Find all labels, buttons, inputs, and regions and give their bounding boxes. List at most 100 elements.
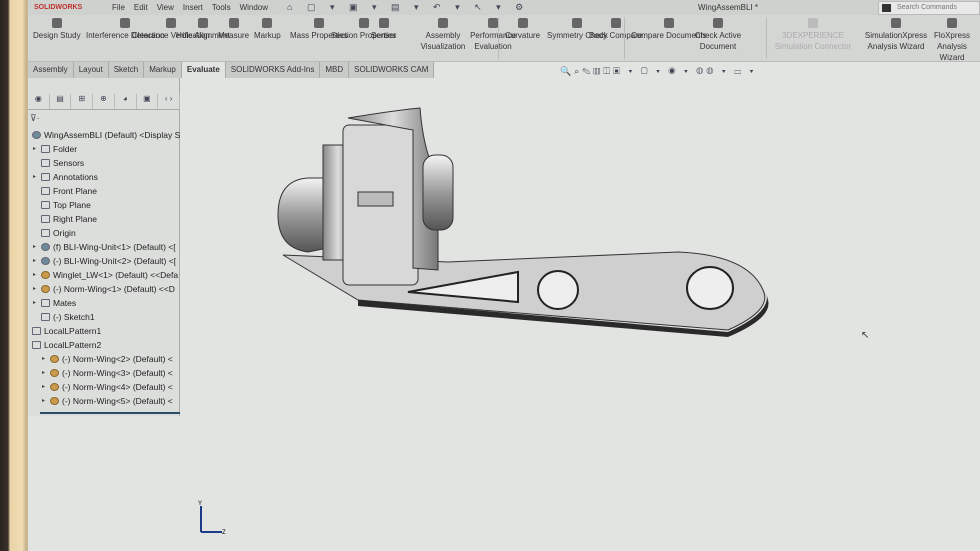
tab-solidworks-cam[interactable]: SOLIDWORKS CAM (349, 62, 435, 78)
tab-solidworks-add-ins[interactable]: SOLIDWORKS Add-Ins (225, 62, 321, 78)
tree-item[interactable]: ▸LocalLPattern1 (28, 324, 180, 338)
3dexperience-simulation-connector-button[interactable]: 3DEXPERIENCE Simulation Connector (773, 18, 853, 52)
simulationxpress-analysis-wizard-icon (891, 18, 901, 28)
feature-icon (41, 313, 50, 321)
tree-item-label: Right Plane (53, 214, 97, 224)
sensor-button[interactable]: Sensor (371, 18, 396, 41)
symmetry-check-icon (572, 18, 583, 28)
tree-item[interactable]: (-) Sketch1 (28, 310, 180, 324)
check-active-document-button[interactable]: Check Active Document (678, 18, 758, 52)
menu-file[interactable]: File (112, 3, 125, 12)
button-label: Sensor (371, 31, 397, 40)
tree-item-label: LocalLPattern2 (44, 340, 102, 350)
feature-icon (41, 145, 50, 153)
model-viewport[interactable] (208, 80, 980, 551)
expand-arrow-icon[interactable]: ▸ (33, 170, 36, 184)
expand-arrow-icon[interactable]: ▸ (42, 366, 45, 380)
tree-item[interactable]: ▾LocalLPattern2 (28, 338, 180, 352)
menu-view[interactable]: View (157, 3, 174, 12)
tree-item-label: Winglet_LW<1> (Default) <<Defa (53, 270, 179, 280)
menu-window[interactable]: Window (240, 3, 268, 12)
tree-item[interactable]: ▸ Winglet_LW<1> (Default) <<Defa (28, 268, 180, 282)
tree-item[interactable]: Sensors (28, 156, 180, 170)
part-icon (50, 355, 59, 363)
tree-item[interactable]: Right Plane (28, 212, 180, 226)
quick-access-toolbar[interactable]: ⌂ ▢ ▾ ▣ ▾ ▤ ▾ ↶ ▾ ↖ ▾ ⚙ (287, 2, 529, 13)
panel-tabs: ◉ ▤ ⊞ ⊕ ◕ ▣ ‹ › (28, 94, 181, 110)
tree-item-label: (f) BLI-Wing-Unit<1> (Default) <[ (53, 242, 176, 252)
tree-item[interactable]: ▸ (-) Norm-Wing<5> (Default) < (28, 394, 180, 408)
tree-item[interactable]: ▸ (-) Norm-Wing<4> (Default) < (28, 380, 180, 394)
appearance-tab-icon[interactable]: ◕ (115, 94, 137, 109)
tab-markup[interactable]: Markup (144, 62, 182, 78)
config-tab-icon[interactable]: ⊞ (71, 94, 94, 109)
property-tab-icon[interactable]: ▤ (50, 94, 72, 109)
tree-item-label: (-) Sketch1 (53, 312, 95, 322)
title-bar: SOLIDWORKS File Edit View Insert Tools Window… (28, 0, 980, 15)
tree-item[interactable]: ▸ (-) Norm-Wing<3> (Default) < (28, 366, 180, 380)
expand-arrow-icon[interactable]: ▸ (33, 254, 36, 268)
tab-mbd[interactable]: MBD (320, 62, 350, 78)
triad-y-label: Y (198, 501, 202, 507)
performance-evaluation-icon (488, 18, 498, 28)
tree-item[interactable]: WingAssemBLI (Default) <Display Sta (28, 128, 180, 142)
wing-assembly-model[interactable] (277, 107, 769, 337)
feature-tree-tab-icon[interactable]: ◉ (28, 94, 50, 109)
expand-arrow-icon[interactable]: ▸ (42, 394, 45, 408)
tree-item[interactable]: ▸ (-) Norm-Wing<2> (Default) < (28, 352, 180, 366)
expand-arrow-icon[interactable]: ▸ (33, 296, 36, 310)
menu-edit[interactable]: Edit (134, 3, 148, 12)
menu-tools[interactable]: Tools (212, 3, 231, 12)
expand-arrow-icon[interactable]: ▸ (42, 380, 45, 394)
heads-up-view-toolbar[interactable]: 🔍⌕✎▥◫▣ ▾ ▢ ▾ ◉ ▾ ◍◍ ▾ ▭ ▾ (560, 66, 756, 77)
tab-sketch[interactable]: Sketch (108, 62, 145, 78)
ribbon-separator (766, 17, 767, 59)
tree-item[interactable]: ▸ (f) BLI-Wing-Unit<1> (Default) <[ (28, 240, 180, 254)
tree-item[interactable]: ▸ Folder (28, 142, 180, 156)
part-icon (41, 285, 50, 293)
tab-scroll-icon[interactable]: ‹ › (158, 94, 181, 109)
expand-arrow-icon[interactable]: ▸ (33, 240, 36, 254)
measure-button[interactable]: Measure (218, 18, 249, 41)
3dexperience-simulation-connector-icon (808, 18, 818, 28)
tree-item[interactable]: ▸ Annotations (28, 170, 180, 184)
tree-item-label: Mates (53, 298, 77, 308)
sensor-icon (378, 18, 389, 28)
feature-icon (32, 327, 41, 335)
section-properties-icon (358, 18, 369, 28)
floxpress-analysis-wizard-button[interactable]: FloXpress Analysis Wizard (924, 18, 980, 63)
tree-item[interactable]: ▸ (-) BLI-Wing-Unit<2> (Default) <[ (28, 254, 180, 268)
tree-item[interactable]: Top Plane (28, 198, 180, 212)
button-label: 3DEXPERIENCE Simulation Connector (774, 31, 852, 51)
feature-icon (32, 341, 41, 349)
design-study-icon (51, 18, 62, 28)
tree-item[interactable]: Front Plane (28, 184, 180, 198)
expand-arrow-icon[interactable]: ▸ (33, 282, 36, 296)
command-manager-ribbon: Design Study Interference Detection Cleara… (28, 15, 980, 62)
rollback-bar[interactable] (40, 412, 180, 414)
tree-item[interactable]: Origin (28, 226, 180, 240)
tab-layout[interactable]: Layout (73, 62, 109, 78)
tree-item[interactable]: ▸ Mates (28, 296, 180, 310)
interference-detection-icon (120, 18, 131, 28)
tree-item-label: Front Plane (53, 186, 97, 196)
button-label: Measure (218, 31, 250, 40)
curvature-button[interactable]: Curvature (505, 18, 540, 41)
tree-item[interactable]: ▸ (-) Norm-Wing<1> (Default) <<D (28, 282, 180, 296)
part-icon (41, 271, 50, 279)
expand-arrow-icon[interactable]: ▸ (33, 268, 36, 282)
filter-icon[interactable]: ⊽· (30, 113, 40, 124)
tab-evaluate[interactable]: Evaluate (181, 62, 226, 78)
menu-insert[interactable]: Insert (183, 3, 203, 12)
design-study-button[interactable]: Design Study (33, 18, 81, 41)
search-commands-input[interactable]: Search Commands (878, 1, 980, 15)
mouse-cursor-icon: ↖ (861, 330, 870, 341)
display-tab-icon[interactable]: ▣ (137, 94, 159, 109)
tab-assembly[interactable]: Assembly (28, 62, 74, 78)
expand-arrow-icon[interactable]: ▸ (42, 352, 45, 366)
markup-button[interactable]: Markup (254, 18, 281, 41)
dimxpert-tab-icon[interactable]: ⊕ (93, 94, 115, 109)
part-icon (50, 383, 59, 391)
part-icon (50, 369, 59, 377)
expand-arrow-icon[interactable]: ▸ (33, 142, 36, 156)
